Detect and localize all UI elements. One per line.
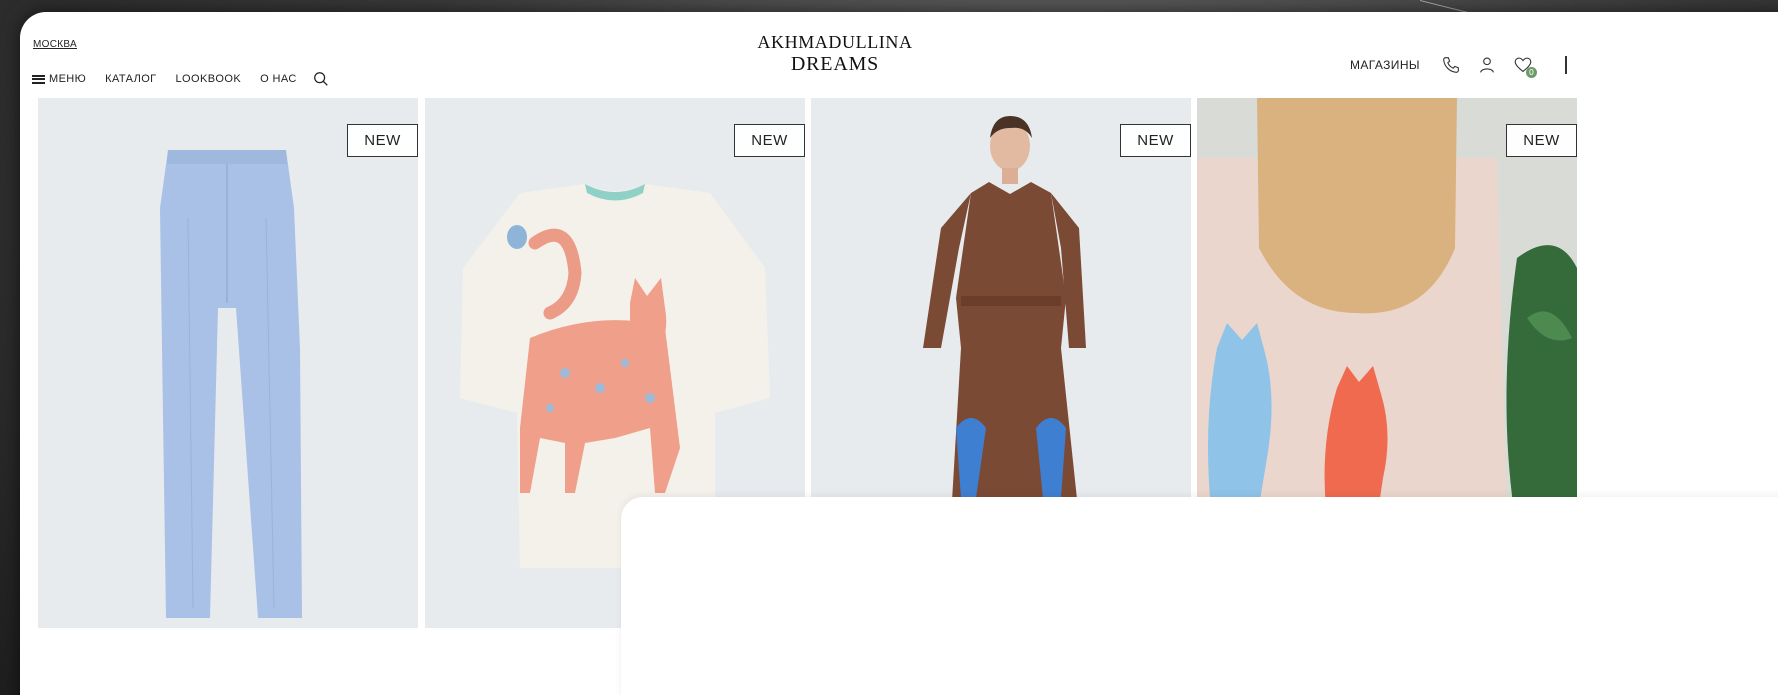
brand-logo[interactable]: AKHMADULLINA DREAMS <box>755 32 915 77</box>
menu-label: МЕНЮ <box>49 73 87 85</box>
favorites-count-badge: 0 <box>1525 67 1537 78</box>
header-actions: МАГАЗИНЫ 0 <box>1350 54 1548 78</box>
new-badge: NEW <box>1506 124 1577 157</box>
search-icon[interactable] <box>312 70 330 88</box>
stores-link[interactable]: МАГАЗИНЫ <box>1350 58 1420 72</box>
main-nav: МЕНЮ КАТАЛОГ LOOKBOOK О НАС <box>32 70 330 88</box>
phone-icon[interactable] <box>1440 54 1462 76</box>
site-header: МОСКВА МЕНЮ КАТАЛОГ LOOKBOOK О НАС AKHMA… <box>20 12 1778 110</box>
nav-lookbook[interactable]: LOOKBOOK <box>176 73 242 85</box>
nav-about[interactable]: О НАС <box>260 73 297 85</box>
menu-button[interactable]: МЕНЮ <box>32 73 86 85</box>
burger-icon <box>32 74 45 84</box>
trousers-image <box>160 150 302 618</box>
new-badge: NEW <box>347 124 418 157</box>
logo-line-1: AKHMADULLINA <box>757 32 913 52</box>
heart-icon[interactable]: 0 <box>1512 54 1537 78</box>
city-selector[interactable]: МОСКВА <box>33 39 77 50</box>
nav-catalog[interactable]: КАТАЛОГ <box>105 73 156 85</box>
user-icon[interactable] <box>1476 54 1498 76</box>
product-card-trousers[interactable]: NEW <box>38 98 418 628</box>
overlay-panel <box>621 497 1778 695</box>
logo-line-2: DREAMS <box>790 53 880 76</box>
new-badge: NEW <box>734 124 805 157</box>
browser-page: МОСКВА МЕНЮ КАТАЛОГ LOOKBOOK О НАС AKHMA… <box>20 12 1778 695</box>
new-badge: NEW <box>1120 124 1191 157</box>
bag-icon[interactable] <box>1565 56 1569 74</box>
